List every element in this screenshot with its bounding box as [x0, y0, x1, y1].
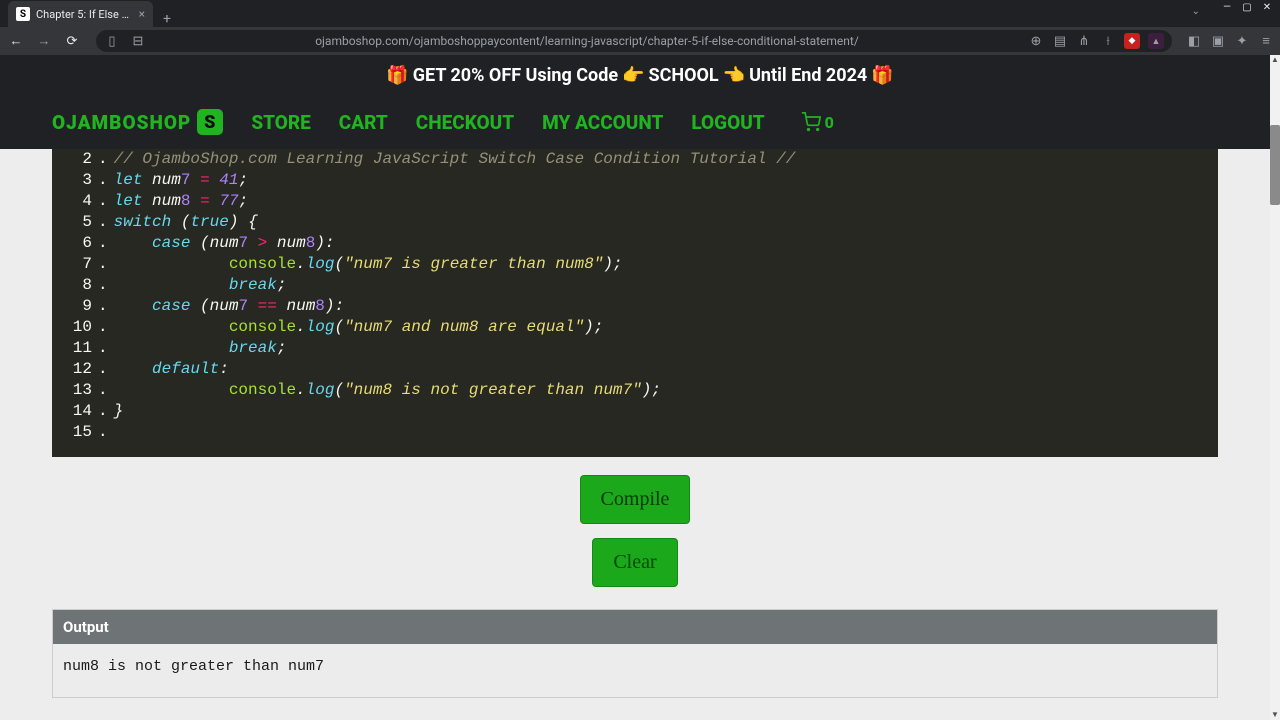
tab-favicon: S: [16, 7, 30, 21]
brand-badge-icon: S: [197, 109, 223, 135]
compile-button[interactable]: Compile: [580, 475, 691, 524]
wallet-icon[interactable]: ▣: [1210, 33, 1226, 49]
forward-button[interactable]: →: [34, 31, 54, 51]
zoom-icon[interactable]: ⊕: [1028, 33, 1044, 49]
promo-banner: 🎁 GET 20% OFF Using Code 👉 SCHOOL 👈 Unti…: [0, 55, 1280, 95]
close-icon[interactable]: ×: [139, 7, 145, 21]
sidepanel-icon[interactable]: ◧: [1186, 33, 1202, 49]
output-header: Output: [53, 610, 1217, 644]
sparkle-icon[interactable]: ✦: [1234, 33, 1250, 49]
banner-prefix: GET 20% OFF Using Code: [413, 65, 618, 86]
rss-icon[interactable]: ⟊: [1100, 33, 1116, 49]
extension-ublock-icon[interactable]: ◆: [1124, 33, 1140, 49]
gift-icon: 🎁: [871, 65, 893, 86]
output-panel: Output num8 is not greater than num7: [52, 609, 1218, 698]
minimize-icon[interactable]: ―: [1218, 0, 1236, 14]
window-close-icon[interactable]: ✕: [1258, 0, 1276, 14]
cart-widget[interactable]: 0: [801, 112, 834, 132]
new-tab-button[interactable]: +: [153, 11, 181, 27]
cart-count: 0: [825, 113, 834, 132]
code-editor[interactable]: 2.// OjamboShop.com Learning JavaScript …: [52, 149, 1218, 457]
tab-title: Chapter 5: If Else Condition: [36, 8, 133, 21]
browser-tab[interactable]: S Chapter 5: If Else Condition ×: [8, 1, 153, 27]
reload-button[interactable]: ⟳: [62, 31, 82, 51]
maximize-icon[interactable]: ▢: [1238, 0, 1256, 14]
page-viewport: 🎁 GET 20% OFF Using Code 👉 SCHOOL 👈 Unti…: [0, 55, 1280, 720]
tabs-overflow-icon[interactable]: ⌄: [1192, 6, 1200, 17]
bookmark-icon[interactable]: ▯: [104, 33, 120, 49]
nav-myaccount[interactable]: MY ACCOUNT: [542, 111, 663, 134]
clear-button[interactable]: Clear: [592, 538, 677, 587]
site-nav: OJAMBOSHOP S STORE CART CHECKOUT MY ACCO…: [0, 95, 1280, 149]
point-left-icon: 👈: [723, 65, 745, 86]
site-info-icon[interactable]: ⊟: [130, 33, 146, 49]
menu-icon[interactable]: ≡: [1258, 33, 1274, 49]
code-comment: // OjamboShop.com Learning JavaScript Sw…: [114, 150, 796, 168]
extension-brave-icon[interactable]: ▲: [1148, 33, 1164, 49]
scrollbar-track[interactable]: ▲ ▼: [1270, 55, 1280, 720]
nav-cart[interactable]: CART: [339, 111, 388, 134]
brand-text: OJAMBOSHOP: [52, 111, 191, 134]
nav-checkout[interactable]: CHECKOUT: [416, 111, 514, 134]
site-brand[interactable]: OJAMBOSHOP S: [52, 109, 223, 135]
scroll-down-icon[interactable]: ▼: [1270, 710, 1280, 720]
banner-suffix: Until End 2024: [749, 65, 867, 86]
reader-icon[interactable]: ▤: [1052, 33, 1068, 49]
point-right-icon: 👉: [622, 65, 644, 86]
share-icon[interactable]: ⋔: [1076, 33, 1092, 49]
browser-toolbar: ← → ⟳ ▯ ⊟ ojamboshop.com/ojamboshoppayco…: [0, 27, 1280, 55]
scrollbar-thumb[interactable]: [1270, 125, 1280, 205]
url-bar[interactable]: ▯ ⊟ ojamboshop.com/ojamboshoppaycontent/…: [96, 30, 1172, 52]
banner-code: SCHOOL: [649, 65, 719, 86]
nav-logout[interactable]: LOGOUT: [691, 111, 764, 134]
output-text: num8 is not greater than num7: [53, 644, 1217, 697]
scroll-up-icon[interactable]: ▲: [1270, 55, 1280, 65]
nav-store[interactable]: STORE: [251, 111, 310, 134]
back-button[interactable]: ←: [6, 31, 26, 51]
url-text: ojamboshop.com/ojamboshoppaycontent/lear…: [154, 34, 1020, 48]
gift-icon: 🎁: [386, 65, 408, 86]
browser-tab-bar: S Chapter 5: If Else Condition × + ⌄ ― ▢…: [0, 0, 1280, 27]
shopping-cart-icon: [801, 112, 821, 132]
